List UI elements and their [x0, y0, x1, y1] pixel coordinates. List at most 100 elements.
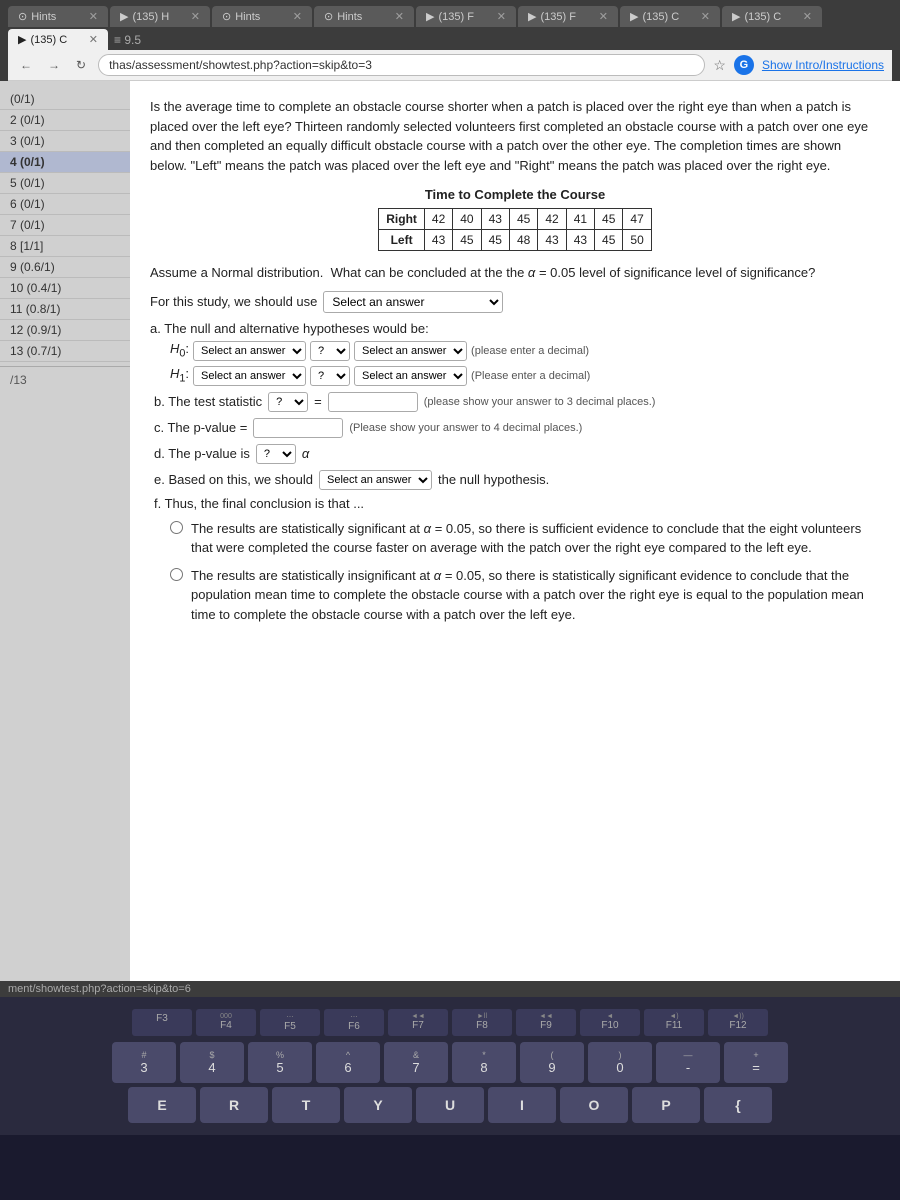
sidebar-item-7[interactable]: 7 (0/1): [0, 215, 130, 236]
key-6[interactable]: ^6: [316, 1042, 380, 1083]
close-icon[interactable]: ✕: [89, 10, 98, 23]
fn-key-f3[interactable]: F3: [132, 1009, 192, 1036]
tab-135c-3[interactable]: ▶ (135) C ✕: [8, 29, 108, 50]
sidebar-item-5[interactable]: 5 (0/1): [0, 173, 130, 194]
h1-select3[interactable]: Select an answer 0: [354, 366, 467, 386]
profile-icon[interactable]: G: [734, 55, 754, 75]
fn-key-f10[interactable]: ◄F10: [580, 1009, 640, 1036]
bookmark-star[interactable]: ☆: [713, 57, 726, 74]
sidebar-item-12[interactable]: 12 (0.9/1): [0, 320, 130, 341]
h1-select2[interactable]: ?=≠<>≤≥: [310, 366, 350, 386]
key-9[interactable]: (9: [520, 1042, 584, 1083]
h0-select3[interactable]: Select an answer 0: [354, 341, 467, 361]
key-5[interactable]: %5: [248, 1042, 312, 1083]
key-plus[interactable]: +=: [724, 1042, 788, 1083]
step-b-input[interactable]: [328, 392, 418, 412]
key-dash[interactable]: —-: [656, 1042, 720, 1083]
key-r[interactable]: R: [200, 1087, 268, 1123]
step-e-row: e. Based on this, we should Select an an…: [154, 470, 880, 490]
h0-select2[interactable]: ?=≠<>≤≥: [310, 341, 350, 361]
tab-135c-1[interactable]: ▶ (135) C ✕: [620, 6, 720, 27]
close-icon[interactable]: ✕: [293, 10, 302, 23]
question-text: Is the average time to complete an obsta…: [150, 97, 880, 175]
key-t[interactable]: T: [272, 1087, 340, 1123]
reload-button[interactable]: ↻: [72, 56, 90, 74]
step-d-select[interactable]: ?><=: [256, 444, 296, 464]
h1-note: (Please enter a decimal): [471, 370, 590, 382]
fn-key-f6[interactable]: ⋯F6: [324, 1009, 384, 1036]
step-e-select[interactable]: Select an answer reject fail to reject: [319, 470, 432, 490]
h0-select1[interactable]: Select an answer μ_dμ_1μ_2p: [193, 341, 306, 361]
fn-key-f9[interactable]: ◄◄F9: [516, 1009, 576, 1036]
forward-button[interactable]: →: [44, 56, 64, 74]
step-c-label: c. The p-value =: [154, 420, 247, 435]
study-select[interactable]: Select an answer a paired t-test an inde…: [323, 291, 503, 313]
h1-label: H1:: [170, 366, 189, 385]
key-8[interactable]: *8: [452, 1042, 516, 1083]
close-icon[interactable]: ✕: [701, 10, 710, 23]
key-lbracket[interactable]: {: [704, 1087, 772, 1123]
key-u[interactable]: U: [416, 1087, 484, 1123]
tab-icon: ⊙: [222, 10, 231, 23]
h1-select1[interactable]: Select an answer μ_dμ_1μ_2p: [193, 366, 306, 386]
show-intro-link[interactable]: Show Intro/Instructions: [762, 58, 884, 72]
fn-key-f5[interactable]: ⋯F5: [260, 1009, 320, 1036]
key-0[interactable]: )0: [588, 1042, 652, 1083]
sidebar-item-8[interactable]: 8 [1/1]: [0, 236, 130, 257]
step-d-alpha: α: [302, 446, 309, 461]
radio-r1[interactable]: [170, 521, 183, 534]
step-e-suffix: the null hypothesis.: [438, 472, 549, 487]
sidebar-item-9[interactable]: 9 (0.6/1): [0, 257, 130, 278]
key-i[interactable]: I: [488, 1087, 556, 1123]
tab-135c-2[interactable]: ▶ (135) C ✕: [722, 6, 822, 27]
back-button[interactable]: ←: [16, 56, 36, 74]
tab-hints-1[interactable]: ⊙ Hints ✕: [8, 6, 108, 27]
tab-135h[interactable]: ▶ (135) H ✕: [110, 6, 210, 27]
step-c-input[interactable]: [253, 418, 343, 438]
h0-label: H0:: [170, 341, 189, 360]
step-b-select[interactable]: ?tzFχ²: [268, 392, 308, 412]
fn-key-f4[interactable]: 000F4: [196, 1009, 256, 1036]
key-e[interactable]: E: [128, 1087, 196, 1123]
tab-label: (135) C: [642, 11, 679, 23]
sidebar-item-10[interactable]: 10 (0.4/1): [0, 278, 130, 299]
speed-indicator: ≡ 9.5: [114, 33, 141, 47]
fn-key-f11[interactable]: ◄)F11: [644, 1009, 704, 1036]
close-icon[interactable]: ✕: [89, 33, 98, 46]
status-bar: ment/showtest.php?action=skip&to=6: [0, 981, 900, 997]
sidebar-item-2[interactable]: 2 (0/1): [0, 110, 130, 131]
sidebar-item-3[interactable]: 3 (0/1): [0, 131, 130, 152]
address-bar[interactable]: thas/assessment/showtest.php?action=skip…: [98, 54, 705, 76]
tab-icon: ⊙: [324, 10, 333, 23]
close-icon[interactable]: ✕: [191, 10, 200, 23]
close-icon[interactable]: ✕: [599, 10, 608, 23]
sidebar-item-6[interactable]: 6 (0/1): [0, 194, 130, 215]
key-3[interactable]: #3: [112, 1042, 176, 1083]
hyp-label: a. The null and alternative hypotheses w…: [150, 321, 880, 336]
radio-r2[interactable]: [170, 568, 183, 581]
fn-key-f8[interactable]: ►llF8: [452, 1009, 512, 1036]
sidebar-item-1[interactable]: (0/1): [0, 89, 130, 110]
tab-icon: ⊙: [18, 10, 27, 23]
data-table: Right 4240434542414547 Left 434545484343…: [378, 208, 652, 251]
key-7[interactable]: &7: [384, 1042, 448, 1083]
key-o[interactable]: O: [560, 1087, 628, 1123]
key-p[interactable]: P: [632, 1087, 700, 1123]
fn-key-f12[interactable]: ◄))F12: [708, 1009, 768, 1036]
tab-label: (135) H: [132, 11, 169, 23]
key-4[interactable]: $4: [180, 1042, 244, 1083]
tab-135f-1[interactable]: ▶ (135) F ✕: [416, 6, 516, 27]
close-icon[interactable]: ✕: [803, 10, 812, 23]
step-c-note: (Please show your answer to 4 decimal pl…: [349, 422, 582, 434]
tab-hints-3[interactable]: ⊙ Hints ✕: [314, 6, 414, 27]
fn-key-f7[interactable]: ◄◄F7: [388, 1009, 448, 1036]
sidebar-item-13[interactable]: 13 (0.7/1): [0, 341, 130, 362]
address-bar-row: ← → ↻ thas/assessment/showtest.php?actio…: [8, 50, 892, 81]
close-icon[interactable]: ✕: [395, 10, 404, 23]
close-icon[interactable]: ✕: [497, 10, 506, 23]
key-y[interactable]: Y: [344, 1087, 412, 1123]
sidebar-item-11[interactable]: 11 (0.8/1): [0, 299, 130, 320]
sidebar-item-4[interactable]: 4 (0/1): [0, 152, 130, 173]
tab-135f-2[interactable]: ▶ (135) F ✕: [518, 6, 618, 27]
tab-hints-2[interactable]: ⊙ Hints ✕: [212, 6, 312, 27]
